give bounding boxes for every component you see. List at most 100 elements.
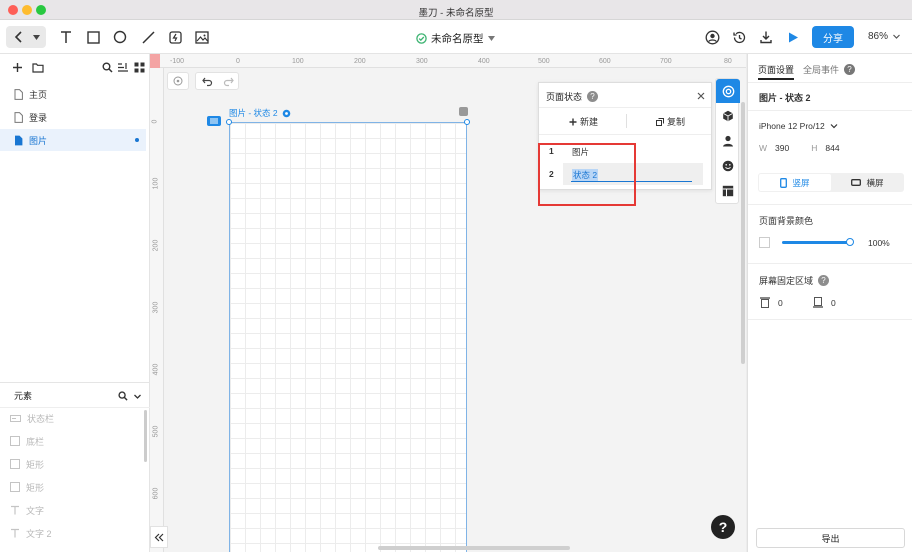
undo-icon[interactable] (202, 76, 213, 87)
fixed-top-icon (760, 297, 770, 308)
artboard-menu-button[interactable] (207, 116, 221, 126)
search-icon[interactable] (118, 391, 128, 401)
elements-header: 元素 (0, 382, 150, 408)
ruler-tick-label: 0 (151, 119, 159, 124)
page-item-home[interactable]: 主页 (0, 83, 146, 105)
width-input[interactable]: 390 (775, 143, 789, 153)
search-pages-button[interactable] (102, 62, 113, 75)
ruler-corner-marker (150, 54, 160, 68)
help-icon[interactable]: ? (818, 275, 830, 286)
ruler-tick-label: 400 (152, 363, 160, 376)
device-name: iPhone 12 Pro/12 (759, 121, 825, 131)
chevron-left-icon (14, 31, 22, 43)
caret-down-icon (33, 35, 40, 40)
main-toolbar: 未命名原型 分享 86% (0, 20, 912, 54)
ruler-tick-label: -100 (170, 58, 185, 65)
collapse-left-panel-button[interactable] (150, 526, 168, 548)
rectangle-tool-button[interactable] (85, 29, 101, 45)
resize-handle[interactable] (226, 119, 232, 125)
tab-global-events[interactable]: 全局事件 ? (803, 63, 856, 76)
ruler-tick-label: 500 (538, 58, 550, 65)
add-folder-button[interactable] (32, 62, 44, 75)
divider (539, 107, 711, 108)
lightning-icon (168, 30, 182, 44)
elements-scrollbar[interactable] (144, 410, 147, 462)
layer-item-rect[interactable]: 矩形 (10, 454, 44, 474)
share-button[interactable]: 分享 (812, 26, 854, 48)
help-icon[interactable]: ? (844, 64, 856, 75)
text-icon (11, 505, 19, 515)
text-tool-button[interactable] (58, 29, 74, 45)
ruler-tick-label: 400 (478, 58, 490, 65)
artboard-expand-icon[interactable] (459, 107, 468, 116)
page-name: 图片 - 状态 2 (759, 93, 811, 103)
height-input[interactable]: 844 (825, 143, 839, 153)
new-state-button[interactable]: 新建 (569, 115, 598, 128)
redo-icon[interactable] (223, 76, 234, 87)
template-tool-button[interactable] (716, 179, 740, 203)
layer-item-bottom-bar[interactable]: 底栏 (10, 431, 44, 451)
statusbar-icon (10, 414, 21, 422)
resize-handle[interactable] (464, 119, 470, 125)
back-button[interactable] (6, 26, 46, 48)
person-icon (723, 135, 733, 147)
page-state-tool-button[interactable] (716, 79, 740, 103)
canvas-vertical-scrollbar[interactable] (741, 102, 745, 364)
page-item-image[interactable]: 图片 (0, 129, 146, 151)
fixed-bottom-field[interactable]: 0 (813, 297, 836, 308)
artboard-label[interactable]: 图片 - 状态 2 (229, 107, 291, 119)
opacity-value[interactable]: 100% (868, 238, 890, 248)
history-button[interactable] (731, 29, 747, 45)
portrait-button[interactable]: 竖屏 (759, 174, 831, 191)
sort-pages-button[interactable] (117, 62, 129, 75)
line-tool-button[interactable] (140, 29, 156, 45)
fixed-top-field[interactable]: 0 (760, 297, 783, 308)
icon-tool-button[interactable] (716, 154, 740, 178)
layer-label: 文字 (26, 505, 45, 516)
artboard-frame[interactable] (229, 122, 467, 552)
account-button[interactable] (704, 29, 720, 45)
layout-icon (722, 185, 734, 197)
layer-item-text-2[interactable]: 文字 2 (10, 523, 52, 543)
user-tool-button[interactable] (716, 129, 740, 153)
help-icon[interactable]: ? (587, 91, 599, 102)
fixed-bottom-value: 0 (831, 297, 836, 308)
image-tool-button[interactable] (194, 29, 210, 45)
add-page-button[interactable] (12, 62, 23, 75)
export-button[interactable]: 导出 (756, 528, 905, 548)
target-icon (722, 85, 734, 97)
bg-color-swatch[interactable] (759, 237, 770, 248)
ruler-tick-label: 500 (152, 425, 160, 438)
phone-portrait-icon (780, 177, 788, 188)
close-icon[interactable] (697, 92, 705, 100)
device-dropdown[interactable]: iPhone 12 Pro/12 (759, 121, 838, 131)
interaction-tool-button[interactable] (167, 29, 183, 45)
layer-item-rect-2[interactable]: 矩形 (10, 477, 44, 497)
zoom-dropdown[interactable]: 86% (868, 31, 901, 42)
project-name-dropdown[interactable]: 未命名原型 (416, 31, 495, 46)
download-button[interactable] (758, 29, 774, 45)
artboard-title: 图片 - 状态 2 (229, 108, 278, 118)
opacity-slider-track[interactable] (782, 241, 850, 244)
page-item-login[interactable]: 登录 (0, 106, 146, 128)
circle-icon (113, 30, 127, 44)
help-button[interactable]: ? (711, 515, 735, 539)
opacity-slider-thumb[interactable] (846, 238, 854, 246)
window-titlebar: 墨刀 - 未命名原型 (0, 0, 912, 20)
layer-item-statusbar[interactable]: 状态栏 (10, 408, 54, 428)
ruler-tick-label: 80 (724, 58, 732, 65)
target-button[interactable] (167, 72, 189, 90)
canvas-horizontal-scrollbar[interactable] (378, 546, 570, 550)
preview-play-button[interactable] (785, 29, 801, 45)
tab-page-settings[interactable]: 页面设置 (758, 63, 794, 76)
window-title: 墨刀 - 未命名原型 (418, 8, 494, 19)
copy-state-button[interactable]: 复制 (656, 115, 685, 128)
chevron-down-icon[interactable] (133, 392, 142, 401)
landscape-button[interactable]: 横屏 (832, 174, 903, 191)
ellipse-tool-button[interactable] (112, 29, 128, 45)
component-tool-button[interactable] (716, 104, 740, 128)
layer-item-text[interactable]: 文字 (10, 500, 44, 520)
ruler-tick-label: 700 (660, 58, 672, 65)
fixed-bottom-icon (813, 297, 823, 308)
grid-view-button[interactable] (134, 62, 145, 75)
